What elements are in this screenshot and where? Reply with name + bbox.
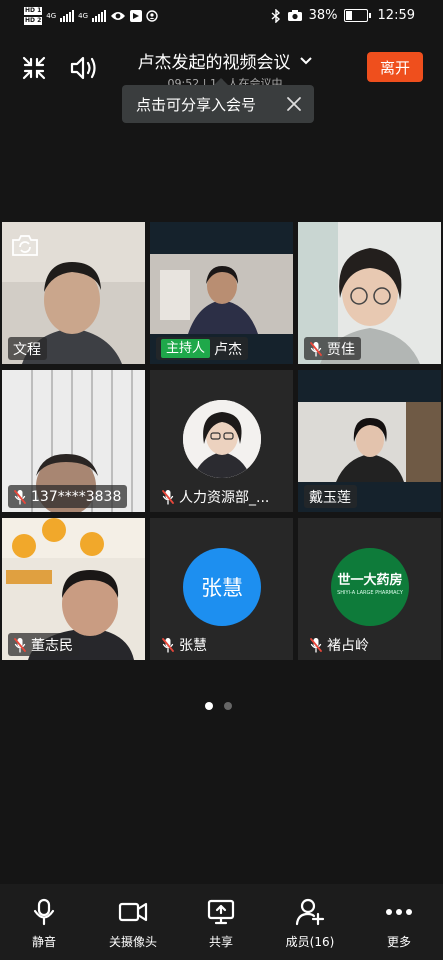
- mic-off-icon: [162, 489, 174, 505]
- participant-tile[interactable]: 戴玉莲: [298, 370, 441, 512]
- share-label: 共享: [208, 935, 233, 949]
- participant-name: 董志民: [31, 637, 73, 654]
- camera-label: 关摄像头: [108, 935, 157, 949]
- app-notification-icon: [130, 10, 143, 22]
- mic-off-icon: [14, 637, 26, 653]
- mute-button[interactable]: 静音: [0, 884, 88, 960]
- participant-name-tag: 137****3838: [8, 485, 128, 508]
- mic-off-icon: [162, 637, 174, 653]
- participant-name-tag: 文程: [8, 337, 47, 360]
- sim2-tag: HD 2: [24, 17, 43, 25]
- participant-tile[interactable]: 主持人 卢杰: [150, 222, 293, 364]
- signal-1-icon: [60, 10, 75, 22]
- participant-tile[interactable]: 贾佳: [298, 222, 441, 364]
- participant-name: 张慧: [179, 637, 207, 654]
- participant-name: 137****3838: [31, 488, 122, 505]
- network-type-1: 4G: [46, 12, 57, 20]
- screen-share-icon: [207, 899, 235, 925]
- status-bar: HD 1 HD 2 4G 4G 38% 12:59: [0, 0, 443, 34]
- meeting-toolbar: 静音 关摄像头 共享 成员(16) 更多: [0, 884, 443, 960]
- participant-name: 人力资源部_...: [179, 489, 270, 506]
- members-button[interactable]: 成员(16): [266, 884, 354, 960]
- speaker-icon: [70, 56, 96, 80]
- participant-name: 贾佳: [327, 341, 355, 358]
- participant-name: 文程: [13, 341, 41, 358]
- meeting-title: 卢杰发起的视频会议: [137, 53, 291, 73]
- participant-avatar: [183, 400, 261, 478]
- participant-tile[interactable]: 文程: [2, 222, 145, 364]
- switch-camera-icon[interactable]: [10, 232, 40, 258]
- mic-off-icon: [310, 341, 322, 357]
- participant-name-tag: 贾佳: [304, 337, 361, 360]
- camera-status-icon: [287, 10, 302, 21]
- network-type-2: 4G: [78, 12, 89, 20]
- participant-name-tag: 董志民: [8, 633, 79, 656]
- more-dots-icon: [386, 909, 412, 915]
- clock: 12:59: [377, 8, 415, 23]
- shield-icon: [146, 10, 158, 22]
- more-label: 更多: [386, 935, 411, 949]
- mic-off-icon: [310, 637, 322, 653]
- share-meeting-tooltip[interactable]: 点击可分享入会号: [122, 78, 314, 123]
- minimize-button[interactable]: [20, 54, 48, 82]
- participant-name: 戴玉莲: [309, 489, 351, 506]
- participant-avatar: 张慧: [183, 548, 261, 626]
- collapse-arrows-icon: [22, 56, 46, 80]
- microphone-icon: [33, 898, 55, 926]
- video-camera-icon: [118, 902, 148, 922]
- pharmacy-logo: 世一大药房 SHIYI-A LARGE PHARMACY: [337, 573, 403, 599]
- battery-fill: [345, 11, 353, 20]
- page-dot-active[interactable]: [205, 702, 213, 710]
- participant-avatar: 世一大药房 SHIYI-A LARGE PHARMACY: [331, 548, 409, 626]
- logo-subtitle: SHIYI-A LARGE PHARMACY: [337, 590, 403, 596]
- sim1-tag: HD 1: [24, 7, 43, 15]
- camera-toggle-button[interactable]: 关摄像头: [89, 884, 177, 960]
- leave-button[interactable]: 离开: [367, 52, 423, 82]
- bluetooth-icon: [271, 8, 280, 23]
- members-label: 成员(16): [285, 935, 335, 949]
- participant-name-tag: 张慧: [156, 633, 213, 656]
- mute-label: 静音: [31, 935, 56, 949]
- participant-name-tag: 主持人 卢杰: [156, 337, 249, 360]
- participant-name: 褚占岭: [327, 637, 369, 654]
- page-dot[interactable]: [224, 702, 232, 710]
- eye-icon: [111, 12, 126, 20]
- participant-tile[interactable]: 董志民: [2, 518, 145, 660]
- participant-name-tag: 褚占岭: [304, 633, 375, 656]
- tooltip-text: 点击可分享入会号: [136, 95, 257, 114]
- participant-name: 卢杰: [214, 341, 243, 358]
- battery-icon: [343, 9, 371, 22]
- participant-name-tag: 人力资源部_...: [156, 485, 276, 508]
- speaker-button[interactable]: [68, 53, 100, 83]
- logo-title: 世一大药房: [337, 573, 403, 588]
- signal-2-icon: [92, 10, 107, 22]
- battery-percent: 38%: [308, 8, 338, 23]
- participant-tile[interactable]: 张慧 张慧: [150, 518, 293, 660]
- host-badge: 主持人: [161, 339, 211, 358]
- participant-tile[interactable]: 137****3838: [2, 370, 145, 512]
- sim-tags: HD 1 HD 2: [24, 6, 43, 26]
- chevron-down-icon: [299, 56, 312, 64]
- add-member-icon: [295, 898, 325, 926]
- page-indicator[interactable]: [205, 702, 232, 710]
- mic-off-icon: [14, 489, 26, 505]
- close-icon[interactable]: [286, 96, 302, 112]
- participant-tile[interactable]: 世一大药房 SHIYI-A LARGE PHARMACY 褚占岭: [298, 518, 441, 660]
- avatar-photo: [183, 400, 261, 478]
- share-button[interactable]: 共享: [177, 884, 265, 960]
- participant-tile[interactable]: 人力资源部_...: [150, 370, 293, 512]
- participant-name-tag: 戴玉莲: [304, 485, 357, 508]
- more-button[interactable]: 更多: [355, 884, 443, 960]
